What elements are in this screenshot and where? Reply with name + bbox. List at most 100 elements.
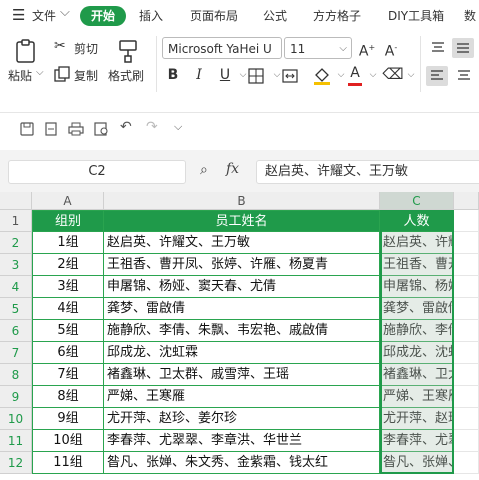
format-painter-button[interactable]: 格式刷 [108, 67, 144, 84]
cell-empty[interactable] [454, 452, 479, 474]
customize-toolbar-icon[interactable]: ⌵ [174, 120, 182, 134]
cell-count[interactable]: 尤开萍、赵珍、 [380, 408, 454, 430]
tab-formulas[interactable]: 公式 [263, 7, 287, 24]
align-left-button[interactable] [426, 66, 448, 86]
cell-group[interactable]: 10组 [32, 430, 104, 452]
scissors-icon[interactable]: ✂ [54, 38, 66, 54]
fill-color-icon[interactable] [312, 66, 332, 86]
print-preview-icon[interactable] [94, 122, 110, 136]
cell-group[interactable]: 4组 [32, 298, 104, 320]
tab-insert[interactable]: 插入 [139, 7, 163, 24]
cell-employees[interactable]: 王祖香、曹开凤、张婷、许雁、杨夏青 [104, 254, 380, 276]
cell-employees[interactable]: 邱成龙、沈虹霖 [104, 342, 380, 364]
cell-count[interactable]: 严娣、王寒雁 [380, 386, 454, 408]
paste-button[interactable]: 粘贴 [8, 67, 32, 84]
align-top-icon[interactable] [430, 41, 446, 55]
cell-group[interactable]: 1组 [32, 232, 104, 254]
chevron-down-icon[interactable]: ⌵ [362, 64, 384, 86]
tab-fangfang-gezi[interactable]: 方方格子 [313, 7, 361, 24]
increase-font-size-icon[interactable]: A+ [356, 37, 378, 60]
cell-employees[interactable]: 赵启英、许耀文、王万敏 [104, 232, 380, 254]
bold-icon[interactable]: B [162, 64, 184, 86]
select-all-corner[interactable] [0, 192, 32, 210]
cell-group[interactable]: 2组 [32, 254, 104, 276]
cell-empty[interactable] [454, 210, 479, 232]
cell-empty[interactable] [454, 342, 479, 364]
tab-data[interactable]: 数 [464, 7, 476, 24]
cell-count[interactable]: 施静欣、李倩、 [380, 320, 454, 342]
row-header[interactable]: 6 [0, 320, 32, 342]
cell-employees[interactable]: 严娣、王寒雁 [104, 386, 380, 408]
paste-dropdown-icon[interactable]: ⌵ [36, 67, 44, 78]
redo-icon[interactable]: ↷ [146, 119, 158, 135]
cell-empty[interactable] [454, 408, 479, 430]
cell-empty[interactable] [454, 364, 479, 386]
cell-empty[interactable] [454, 232, 479, 254]
decrease-font-size-icon[interactable]: A- [380, 37, 402, 60]
save-icon[interactable] [20, 122, 34, 136]
cell-group[interactable]: 3组 [32, 276, 104, 298]
formula-input[interactable]: 赵启英、许耀文、王万敏 [256, 160, 479, 184]
cell-group[interactable]: 6组 [32, 342, 104, 364]
cell-empty[interactable] [454, 430, 479, 452]
chevron-down-icon[interactable]: ⌵ [60, 5, 70, 20]
search-icon[interactable]: ⌕ [200, 162, 208, 178]
font-size-select[interactable]: 11 ⌵ [284, 37, 352, 59]
cell-count[interactable]: 赵启英、许耀文 [380, 232, 454, 254]
row-header[interactable]: 5 [0, 298, 32, 320]
tab-diy-toolbox[interactable]: DIY工具箱 [388, 7, 444, 24]
column-header-c[interactable]: C [380, 192, 454, 210]
header-cell-group[interactable]: 组别 [32, 210, 104, 232]
cell-group[interactable]: 7组 [32, 364, 104, 386]
column-header-a[interactable]: A [32, 192, 104, 210]
tab-page-layout[interactable]: 页面布局 [190, 7, 238, 24]
chevron-down-icon[interactable]: ⌵ [400, 64, 422, 86]
hamburger-menu-icon[interactable]: ☰ [12, 6, 25, 24]
cell-count[interactable]: 褚鑫琳、卫太群 [380, 364, 454, 386]
tab-home[interactable]: 开始 [80, 6, 126, 26]
cell-group[interactable]: 8组 [32, 386, 104, 408]
cell-count[interactable]: 邱成龙、沈虹霖 [380, 342, 454, 364]
row-header[interactable]: 3 [0, 254, 32, 276]
cell-count[interactable]: 申屠锦、杨娅 [380, 276, 454, 298]
cell-employees[interactable]: 申屠锦、杨娅、窦天春、尤倩 [104, 276, 380, 298]
export-pdf-icon[interactable] [44, 122, 58, 136]
name-box[interactable]: C2 [8, 160, 186, 184]
row-header[interactable]: 4 [0, 276, 32, 298]
menu-file[interactable]: 文件 [32, 7, 56, 24]
cell-empty[interactable] [454, 386, 479, 408]
cell-employees[interactable]: 施静欣、李倩、朱飘、韦宏艳、戚啟倩 [104, 320, 380, 342]
cell-employees[interactable]: 褚鑫琳、卫太群、戚雪萍、王瑶 [104, 364, 380, 386]
row-header[interactable]: 8 [0, 364, 32, 386]
cell-empty[interactable] [454, 254, 479, 276]
cell-employees[interactable]: 龚梦、雷啟倩 [104, 298, 380, 320]
row-header[interactable]: 12 [0, 452, 32, 474]
column-header-d[interactable] [454, 192, 479, 210]
undo-icon[interactable]: ↶ [120, 119, 132, 135]
align-center-icon[interactable] [456, 69, 472, 83]
border-icon[interactable] [248, 68, 264, 84]
cell-employees[interactable]: 李春萍、尤翠翠、李章洪、华世兰 [104, 430, 380, 452]
cell-empty[interactable] [454, 276, 479, 298]
row-header[interactable]: 2 [0, 232, 32, 254]
align-middle-button[interactable] [452, 38, 474, 58]
header-cell-employees[interactable]: 员工姓名 [104, 210, 380, 232]
copy-button[interactable]: 复制 [74, 67, 98, 84]
cell-group[interactable]: 5组 [32, 320, 104, 342]
row-header[interactable]: 11 [0, 430, 32, 452]
cell-empty[interactable] [454, 320, 479, 342]
column-header-b[interactable]: B [104, 192, 380, 210]
header-cell-count[interactable]: 人数 [380, 210, 454, 232]
print-icon[interactable] [68, 122, 84, 136]
fx-icon[interactable]: fx [226, 161, 239, 177]
cell-employees[interactable]: 尤开萍、赵珍、姜尔珍 [104, 408, 380, 430]
row-header[interactable]: 1 [0, 210, 32, 232]
cell-count[interactable]: 龚梦、雷啟倩 [380, 298, 454, 320]
cell-count[interactable]: 李春萍、尤翠翠 [380, 430, 454, 452]
copy-icon[interactable] [54, 66, 70, 82]
cell-count[interactable]: 昝凡、张婵、朱 [380, 452, 454, 474]
format-painter-icon[interactable] [116, 38, 140, 64]
row-header[interactable]: 9 [0, 386, 32, 408]
spreadsheet-grid[interactable]: A B C 1组别员工姓名人数 21组赵启英、许耀文、王万敏赵启英、许耀文 32组王… [0, 192, 479, 480]
font-name-select[interactable]: Microsoft YaHei U [162, 37, 282, 59]
